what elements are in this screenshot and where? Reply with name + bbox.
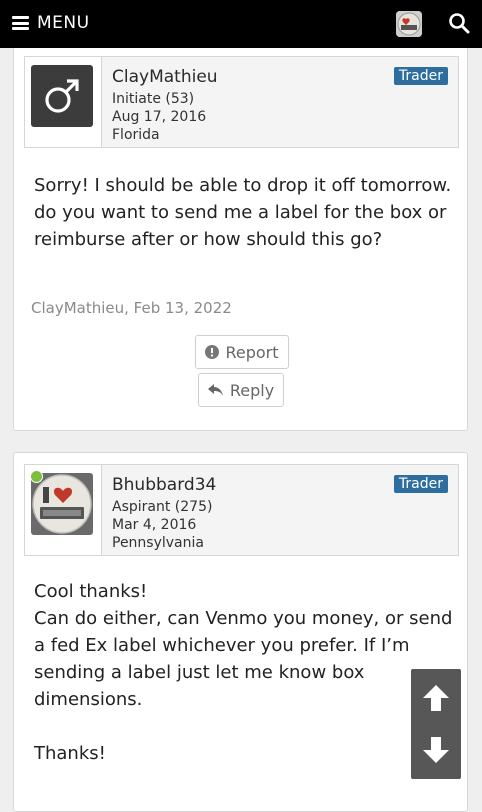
arrow-down-icon[interactable] — [421, 735, 451, 765]
avatar[interactable] — [31, 473, 93, 535]
user-location: Florida — [112, 127, 160, 143]
reply-icon — [207, 384, 223, 396]
join-date: Mar 4, 2016 — [112, 517, 197, 533]
avatar[interactable] — [31, 65, 93, 127]
trader-badge: Trader — [393, 67, 448, 85]
arrow-up-icon[interactable] — [421, 683, 451, 713]
online-indicator — [30, 470, 43, 483]
report-button[interactable]: Report — [195, 335, 289, 369]
user-rank: Aspirant (275) — [112, 499, 213, 515]
reply-label: Reply — [229, 380, 275, 400]
message-body: Sorry! I should be able to drop it off t… — [34, 172, 454, 253]
message-line: Cool thanks! — [34, 581, 148, 602]
join-date: Aug 17, 2016 — [112, 109, 207, 125]
message-line: Can do either, can Venmo you money, or s… — [34, 608, 453, 710]
user-info-block: Bhubbard34 Aspirant (275) Mar 4, 2016 Pe… — [24, 464, 459, 556]
username[interactable]: Bhubbard34 — [112, 475, 216, 495]
avatar-cell — [25, 465, 102, 555]
reply-button[interactable]: Reply — [198, 373, 284, 407]
top-bar: MENU — [0, 0, 482, 48]
avatar-cell — [25, 57, 102, 147]
message-body: Cool thanks! Can do either, can Venmo yo… — [34, 578, 454, 767]
post: Bhubbard34 Aspirant (275) Mar 4, 2016 Pe… — [13, 452, 468, 812]
trader-badge: Trader — [393, 475, 448, 493]
message-blank-line — [34, 713, 454, 740]
report-label: Report — [225, 342, 279, 362]
user-avatar[interactable] — [396, 11, 422, 37]
alert-icon — [205, 345, 220, 359]
hamburger-icon — [12, 16, 29, 30]
user-location: Pennsylvania — [112, 535, 204, 551]
scroll-controls — [411, 669, 461, 779]
post: ClayMathieu Initiate (53) Aug 17, 2016 F… — [13, 36, 468, 431]
user-rank: Initiate (53) — [112, 91, 195, 107]
user-info-block: ClayMathieu Initiate (53) Aug 17, 2016 F… — [24, 56, 459, 148]
beer-badge-image — [31, 473, 93, 535]
message-line: Sorry! I should be able to drop it off t… — [34, 175, 452, 250]
post-meta[interactable]: ClayMathieu, Feb 13, 2022 — [31, 299, 232, 317]
message-line: Thanks! — [34, 743, 106, 764]
menu-button[interactable]: MENU — [12, 13, 90, 33]
male-symbol-icon — [31, 65, 93, 127]
username[interactable]: ClayMathieu — [112, 67, 218, 87]
search-icon[interactable] — [448, 12, 470, 34]
menu-label: MENU — [37, 13, 90, 33]
